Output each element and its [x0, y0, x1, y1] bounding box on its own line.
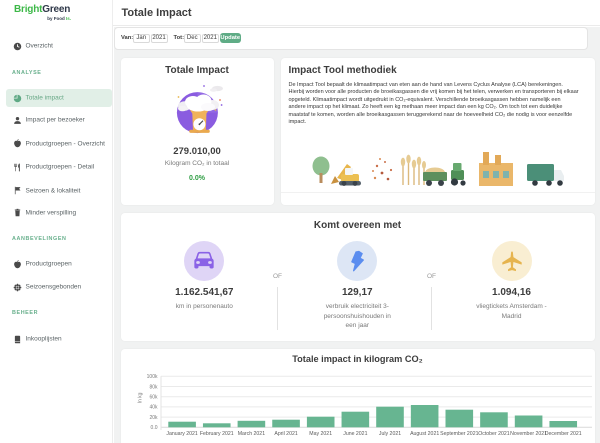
svg-text:July 2021: July 2021: [378, 431, 400, 437]
svg-text:100k: 100k: [146, 374, 157, 380]
svg-text:September 2021: September 2021: [440, 431, 478, 437]
svg-text:May 2021: May 2021: [309, 431, 332, 437]
svg-text:June 2021: June 2021: [343, 431, 367, 437]
svg-text:March 2021: March 2021: [237, 431, 265, 437]
svg-text:April 2021: April 2021: [274, 431, 297, 437]
svg-text:December 2021: December 2021: [544, 431, 581, 437]
svg-text:60k: 60k: [149, 395, 158, 401]
svg-text:October 2021: October 2021: [478, 431, 510, 437]
svg-text:In kg: In kg: [137, 392, 143, 403]
svg-text:0.0: 0.0: [150, 425, 157, 431]
svg-text:20k: 20k: [149, 415, 158, 421]
svg-text:January 2021: January 2021: [166, 431, 198, 437]
svg-text:40k: 40k: [149, 405, 158, 411]
svg-text:80k: 80k: [149, 384, 158, 390]
svg-text:February 2021: February 2021: [199, 431, 233, 437]
svg-text:August 2021: August 2021: [410, 431, 439, 437]
svg-text:November 2021: November 2021: [510, 431, 547, 437]
